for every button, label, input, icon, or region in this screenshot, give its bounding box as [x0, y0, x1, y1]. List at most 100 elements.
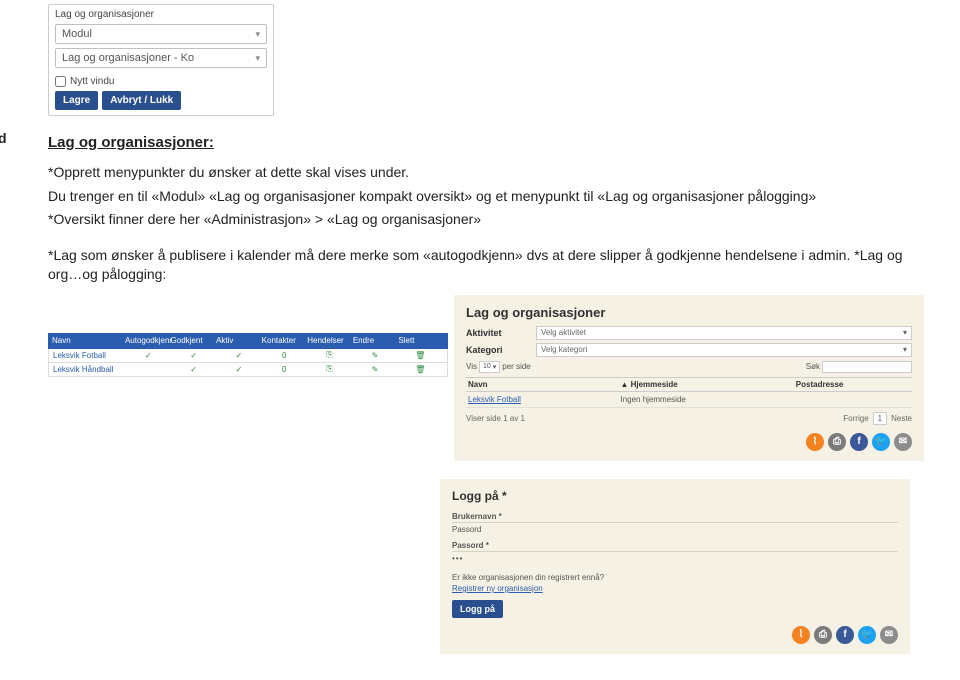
print-icon[interactable]: ⎙ — [814, 626, 832, 644]
login-note: Er ikke organisasjonen din registrert en… — [452, 573, 898, 582]
search-row: Søk — [806, 361, 912, 373]
search-input[interactable] — [822, 361, 912, 373]
col-hjemmeside[interactable]: ▲ Hjemmeside — [618, 380, 793, 389]
rss-icon[interactable]: ⌇ — [792, 626, 810, 644]
register-link[interactable]: Registrer ny organisasjon — [452, 584, 543, 593]
filter-row-category: Kategori Velg kategori ▾ — [466, 343, 912, 357]
page-size-row: Vis 10 ▾ per side — [466, 361, 531, 373]
pager-next[interactable]: Neste — [891, 414, 912, 423]
cell-endre[interactable]: ✎ — [352, 351, 397, 360]
facebook-icon[interactable]: f — [836, 626, 854, 644]
cell-hjemmeside: Ingen hjemmeside — [618, 395, 793, 404]
cell-slett[interactable]: 🗑 — [398, 365, 443, 374]
select-submodule[interactable]: Lag og organisasjoner - Ko ▾ — [55, 48, 267, 68]
chevron-down-icon: ▾ — [255, 29, 260, 40]
select-submodule-value: Lag og organisasjoner - Ko — [62, 52, 194, 64]
cell-navn[interactable]: Leksvik Håndball — [53, 365, 126, 374]
col-autogodkjenning: Autogodkjenning — [125, 336, 171, 345]
label-username: Brukernavn * — [452, 509, 898, 523]
table-header-row: Navn Autogodkjenning Godkjent Aktiv Kont… — [48, 333, 448, 349]
pager: Forrige 1 Neste — [843, 412, 912, 425]
new-window-checkbox[interactable] — [55, 76, 66, 87]
login-button[interactable]: Logg på — [452, 600, 503, 618]
cell-kontakter: 0 — [262, 351, 307, 360]
cell-autogodkjenning: ✓ — [126, 351, 171, 360]
chevron-down-icon: ▾ — [493, 363, 497, 371]
col-postadresse[interactable]: Postadresse — [794, 380, 912, 389]
chevron-down-icon: ▾ — [255, 53, 260, 64]
cell-navn[interactable]: Leksvik Fotball — [53, 351, 126, 360]
form-section-label: Lag og organisasjoner — [49, 5, 273, 22]
filter-row-activity: Aktivitet Velg aktivitet ▾ — [466, 326, 912, 340]
document-body: Lag og organisasjoner: *Opprett menypunk… — [48, 134, 928, 461]
print-icon[interactable]: ⎙ — [828, 433, 846, 451]
section-heading: Lag og organisasjoner: — [48, 134, 928, 151]
chevron-down-icon: ▾ — [903, 345, 907, 354]
mail-icon[interactable]: ✉ — [894, 433, 912, 451]
chevron-down-icon: ▾ — [903, 328, 907, 337]
mail-icon[interactable]: ✉ — [880, 626, 898, 644]
cell-aktiv: ✓ — [216, 365, 261, 374]
cell-hendelser[interactable]: ⎘ — [307, 364, 352, 374]
twitter-icon[interactable]: 🐦 — [872, 433, 890, 451]
pager-prev[interactable]: Forrige — [843, 414, 868, 423]
form-button-row: Lagre Avbryt / Lukk — [49, 89, 273, 115]
value-username[interactable]: Passord — [452, 523, 898, 538]
org-listing-panel: Lag og organisasjoner Aktivitet Velg akt… — [454, 295, 924, 461]
page-size-select[interactable]: 10 ▾ — [479, 361, 500, 373]
paragraph: Du trenger en til «Modul» «Lag og organi… — [48, 187, 928, 207]
select-category[interactable]: Velg kategori ▾ — [536, 343, 912, 357]
save-button[interactable]: Lagre — [55, 91, 98, 110]
cancel-close-button[interactable]: Avbryt / Lukk — [102, 91, 181, 110]
listing-header-row: Navn ▲ Hjemmeside Postadresse — [466, 377, 912, 392]
cell-postadresse — [794, 395, 912, 404]
value-password[interactable]: ••• — [452, 552, 898, 567]
two-column-row: Navn Autogodkjenning Godkjent Aktiv Kont… — [48, 295, 928, 461]
new-window-checkbox-row[interactable]: Nytt vindu — [49, 72, 273, 89]
rss-icon[interactable]: ⌇ — [806, 433, 824, 451]
vis-suffix: per side — [502, 362, 530, 371]
cell-kontakter: 0 — [262, 365, 307, 374]
twitter-icon[interactable]: 🐦 — [858, 626, 876, 644]
cell-endre[interactable]: ✎ — [352, 365, 397, 374]
col-slett: Slett — [398, 336, 444, 345]
table-row: Leksvik Håndball ✓ ✓ 0 ⎘ ✎ 🗑 — [48, 363, 448, 377]
login-title: Logg på * — [452, 489, 898, 503]
cell-godkjent: ✓ — [171, 365, 216, 374]
paragraph: *Opprett menypunkter du ønsker at dette … — [48, 163, 928, 183]
paragraph: *Oversikt finner dere her «Administrasjo… — [48, 210, 928, 230]
label-category: Kategori — [466, 345, 536, 355]
cell-slett[interactable]: 🗑 — [398, 351, 443, 360]
cell-godkjent: ✓ — [171, 351, 216, 360]
paragraph: *Lag som ønsker å publisere i kalender m… — [48, 246, 928, 285]
listing-toolbar: Vis 10 ▾ per side Søk — [466, 361, 912, 373]
panel-title: Lag og organisasjoner — [466, 305, 912, 320]
new-window-label: Nytt vindu — [70, 76, 114, 87]
vis-prefix: Vis — [466, 362, 477, 371]
listing-footer: Viser side 1 av 1 Forrige 1 Neste — [466, 412, 912, 425]
col-navn: Navn — [52, 336, 125, 345]
social-row: ⌇ ⎙ f 🐦 ✉ — [466, 433, 912, 451]
edge-cut-letter: d — [0, 130, 7, 146]
select-activity[interactable]: Velg aktivitet ▾ — [536, 326, 912, 340]
col-navn[interactable]: Navn — [466, 380, 618, 389]
label-activity: Aktivitet — [466, 328, 536, 338]
social-row: ⌇ ⎙ f 🐦 ✉ — [452, 626, 898, 644]
col-aktiv: Aktiv — [216, 336, 262, 345]
cell-aktiv: ✓ — [216, 351, 261, 360]
page-status: Viser side 1 av 1 — [466, 414, 525, 423]
pager-page[interactable]: 1 — [873, 412, 887, 425]
col-godkjent: Godkjent — [171, 336, 217, 345]
select-module[interactable]: Modul ▾ — [55, 24, 267, 44]
col-kontakter: Kontakter — [262, 336, 308, 345]
col-hendelser: Hendelser — [307, 336, 353, 345]
search-label: Søk — [806, 362, 820, 371]
login-panel: Logg på * Brukernavn * Passord Passord *… — [440, 479, 910, 654]
col-endre: Endre — [353, 336, 399, 345]
org-compact-table: Navn Autogodkjenning Godkjent Aktiv Kont… — [48, 333, 448, 377]
listing-row: Leksvik Fotball Ingen hjemmeside — [466, 392, 912, 408]
cell-navn-link[interactable]: Leksvik Fotball — [466, 395, 618, 404]
facebook-icon[interactable]: f — [850, 433, 868, 451]
cell-hendelser[interactable]: ⎘ — [307, 350, 352, 360]
table-row: Leksvik Fotball ✓ ✓ ✓ 0 ⎘ ✎ 🗑 — [48, 349, 448, 363]
